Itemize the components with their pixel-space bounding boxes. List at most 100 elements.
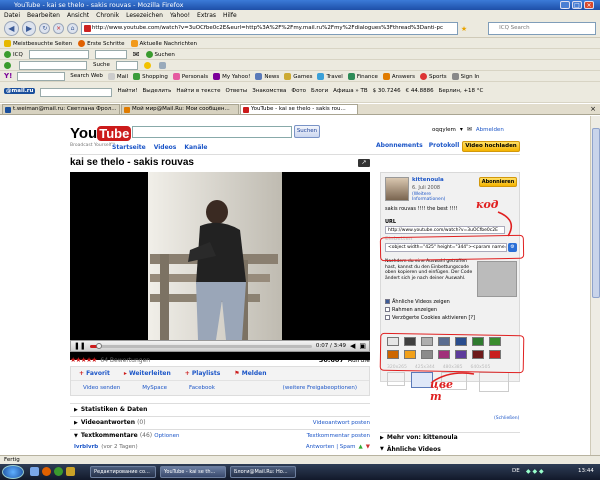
share-button[interactable]: ▸ Weiterleiten	[124, 370, 171, 377]
smiley-icon[interactable]	[143, 61, 151, 69]
start-button[interactable]	[2, 465, 24, 479]
icq-button[interactable]: ICQ	[4, 50, 23, 58]
menu-chronik[interactable]: Chronik	[96, 12, 119, 19]
yahoo-finance[interactable]: Finance	[347, 72, 378, 80]
language-indicator[interactable]: DE	[512, 468, 520, 474]
yahoo-sports[interactable]: Sports	[419, 72, 447, 80]
post-video-response[interactable]: Videoantwort posten	[313, 420, 370, 426]
nav-abonnements[interactable]: Abonnements	[376, 142, 423, 149]
task-editing[interactable]: Редактирование со...	[90, 466, 156, 478]
volume-icon[interactable]: ◀	[350, 342, 355, 350]
icq-dropdown[interactable]	[28, 49, 89, 59]
yt-search-input[interactable]	[132, 126, 292, 138]
reload-icon[interactable]: ↻	[39, 23, 51, 34]
related-section[interactable]: ▼ Ähnliche Videos	[380, 444, 520, 454]
icq-suchen-button[interactable]: Suchen	[145, 50, 175, 58]
rating-stars-icon[interactable]: ★★★★★	[70, 356, 97, 364]
size-box-320[interactable]	[387, 372, 405, 386]
subscribe-button[interactable]: Abonnieren	[479, 177, 517, 187]
video-player[interactable]	[70, 172, 370, 360]
menu-ansicht[interactable]: Ansicht	[67, 12, 89, 19]
mailru-find-text[interactable]: Найти в тексте	[176, 88, 220, 94]
menu-lesezeichen[interactable]: Lesezeichen	[126, 12, 163, 19]
section-comments[interactable]: ▼ Textkommentare (46) Optionen Textkomme…	[70, 429, 370, 441]
task-blogs[interactable]: Блоги@Mail.Ru: Но...	[230, 466, 296, 478]
youtube-logo[interactable]: You Tube	[70, 124, 132, 142]
task-youtube[interactable]: YouTube - kai se th...	[160, 466, 226, 478]
mailru-photo[interactable]: Фото	[291, 88, 306, 94]
icq-flower-icon[interactable]	[4, 61, 11, 69]
menu-bearbeiten[interactable]: Bearbeiten	[27, 12, 60, 19]
checkbox-icon[interactable]	[385, 307, 390, 312]
tray-icons[interactable]: ◆ ◆ ◆	[526, 468, 544, 475]
logout-link[interactable]: Abmelden	[476, 127, 504, 133]
bookmark-nachrichten[interactable]: Aktuelle Nachrichten	[130, 39, 197, 47]
mailru-answers[interactable]: Ответы	[225, 88, 247, 94]
search-input[interactable]: ICQ Search	[488, 22, 597, 35]
mailru-search-input[interactable]	[40, 88, 113, 97]
menu-hilfe[interactable]: Hilfe	[223, 12, 237, 19]
shield-icon[interactable]	[158, 61, 166, 69]
share-email[interactable]: Video senden	[83, 385, 120, 391]
yahoo-logo-icon[interactable]: Y!	[4, 72, 12, 80]
inbox-icon[interactable]: ✉	[467, 126, 472, 133]
share-myspace[interactable]: MySpace	[142, 385, 167, 391]
opt-border-row[interactable]: Rahmen anzeigen	[385, 307, 437, 313]
yahoo-games[interactable]: Games	[284, 72, 312, 80]
yahoo-travel[interactable]: Travel	[317, 72, 343, 80]
yahoo-my[interactable]: My Yahoo!	[213, 72, 250, 80]
mailru-afisha[interactable]: Афиша » ТВ	[333, 88, 367, 94]
icq-search-input[interactable]	[94, 49, 127, 59]
expand-icon[interactable]: ↗	[358, 159, 370, 167]
forward-icon[interactable]: ▶	[21, 21, 37, 36]
menu-datei[interactable]: Datei	[4, 12, 20, 19]
favorite-button[interactable]: + Favorit	[79, 370, 110, 377]
suche-dropdown[interactable]	[115, 60, 138, 70]
checkbox-checked-icon[interactable]	[385, 299, 390, 304]
mailru-logo-icon[interactable]: @mail.ru	[4, 88, 36, 94]
mail-icon[interactable]: ✉	[133, 50, 140, 59]
url-bar[interactable]: http://www.youtube.com/watch?v=3uOCfbe0c…	[80, 22, 458, 35]
yt-search-button[interactable]: Suchen	[294, 125, 320, 138]
more-from-section[interactable]: ▶ Mehr von: kittenoula	[380, 432, 520, 442]
upload-button[interactable]: Video hochladen	[462, 141, 520, 152]
nav-startseite[interactable]: Startseite	[112, 144, 146, 151]
home-icon[interactable]: ⌂	[67, 23, 78, 34]
comment-links[interactable]: Antworten | Spam	[306, 444, 356, 450]
close-window-button[interactable]: ×	[584, 1, 594, 9]
flag-button[interactable]: ⚑ Melden	[234, 370, 266, 377]
pause-icon[interactable]: ❚❚	[74, 342, 86, 350]
mailru-highlight[interactable]: Выделить	[143, 88, 172, 94]
tab-mailru[interactable]: t.weiman@mail.ru: Светлана Фрол...	[2, 104, 120, 114]
playlists-button[interactable]: + Playlists	[185, 370, 220, 377]
yahoo-news[interactable]: News	[255, 72, 279, 80]
section-statistics[interactable]: ▶ Statistiken & Daten	[70, 403, 370, 415]
yahoo-answers[interactable]: Answers	[382, 72, 415, 80]
opt-related-row[interactable]: Ähnliche Videos zeigen	[385, 299, 450, 305]
size-box-640[interactable]	[479, 372, 509, 392]
comment-options[interactable]: Optionen	[154, 433, 179, 439]
nav-protokoll[interactable]: Protokoll	[429, 142, 460, 149]
fullscreen-icon[interactable]: ▣	[359, 342, 366, 350]
url-field[interactable]: http://www.youtube.com/watch?v=3uOCfbe0c…	[385, 226, 505, 234]
share-facebook[interactable]: Facebook	[189, 385, 215, 391]
comment-user[interactable]: lvrblvrb	[74, 444, 98, 450]
mailru-find[interactable]: Найти!	[117, 88, 137, 94]
yahoo-search-input[interactable]	[17, 71, 66, 81]
seek-handle[interactable]	[96, 342, 103, 349]
bookmark-erste-schritte[interactable]: Erste Schritte	[78, 39, 125, 47]
stop-icon[interactable]: ×	[53, 23, 65, 34]
yahoo-shopping[interactable]: Shopping	[133, 72, 168, 80]
close-customize-link[interactable]: (Schließen)	[494, 416, 519, 421]
section-video-responses[interactable]: ▶ Videoantworten (0) Videoantwort posten	[70, 416, 370, 428]
folder-icon[interactable]	[66, 467, 75, 476]
star-icon[interactable]: ★	[461, 25, 467, 33]
yahoo-mail[interactable]: Mail	[107, 72, 128, 80]
mailru-blogs[interactable]: Блоги	[311, 88, 328, 94]
username[interactable]: oqqylem	[432, 127, 456, 133]
bookmark-meistbesucht[interactable]: Meistbesuchte Seiten	[4, 39, 72, 47]
chevron-down-icon[interactable]: ▾	[460, 126, 463, 133]
more-info-link[interactable]: (Weitere Informationen)	[412, 192, 452, 202]
page-scrollbar[interactable]	[590, 116, 600, 455]
yahoo-search-web[interactable]: Search Web	[70, 73, 103, 79]
